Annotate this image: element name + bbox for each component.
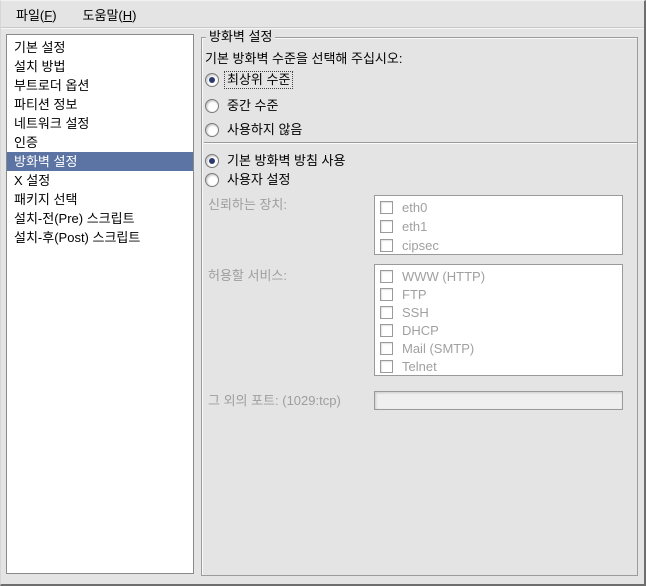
checkbox-unchecked-icon [380,306,393,319]
checkbox-unchecked-icon [380,360,393,373]
section-divider [204,142,637,144]
service-dhcp-label: DHCP [402,323,439,338]
radio-default-policy-label: 기본 방화벽 방침 사용 [225,153,347,169]
radio-customize-policy[interactable]: 사용자 설정 [205,171,292,189]
sidebar-item-package-selection[interactable]: 패키지 선택 [7,190,193,209]
service-dhcp[interactable]: DHCP [375,321,622,339]
radio-disable-firewall-label: 사용하지 않음 [225,122,304,138]
firewall-level-prompt: 기본 방화벽 수준을 선택해 주십시오: [205,50,402,68]
checkbox-unchecked-icon [380,201,393,214]
trusted-device-eth1[interactable]: eth1 [375,217,622,236]
trusted-devices-list: eth0 eth1 cipsec [374,195,623,255]
checkbox-unchecked-icon [380,239,393,252]
checkbox-unchecked-icon [380,220,393,233]
trusted-device-eth0[interactable]: eth0 [375,198,622,217]
sidebar-item-partition-info[interactable]: 파티션 정보 [7,95,193,114]
checkbox-unchecked-icon [380,324,393,337]
radio-medium-level-label: 중간 수준 [225,98,280,114]
firewall-settings-group: 방화벽 설정 기본 방화벽 수준을 선택해 주십시오: 최상위 수준 중간 수준… [201,37,638,576]
sidebar-item-post-script[interactable]: 설치-후(Post) 스크립트 [7,228,193,247]
checkbox-unchecked-icon [380,288,393,301]
trusted-device-eth0-label: eth0 [402,200,427,215]
sidebar-item-network-config[interactable]: 네트워크 설정 [7,114,193,133]
sidebar-item-install-method[interactable]: 설치 방법 [7,57,193,76]
trusted-device-cipsec[interactable]: cipsec [375,236,622,255]
trusted-devices-label: 신뢰하는 장치: [208,196,287,214]
service-ssh[interactable]: SSH [375,303,622,321]
radio-customize-policy-label: 사용자 설정 [225,172,292,188]
radio-unselected-icon [205,99,219,113]
allowed-services-label: 허용할 서비스: [208,267,287,285]
sidebar-item-basic-config[interactable]: 기본 설정 [7,38,193,57]
radio-unselected-icon [205,173,219,187]
service-telnet-label: Telnet [402,359,437,374]
service-mail-smtp-label: Mail (SMTP) [402,341,474,356]
menu-help-mnemonic: H [123,8,132,23]
service-www-http-label: WWW (HTTP) [402,269,485,284]
menu-file-mnemonic: F [44,8,52,23]
service-ftp-label: FTP [402,287,427,302]
sidebar-item-firewall-config[interactable]: 방화벽 설정 [7,152,193,171]
group-title: 방화벽 설정 [206,29,275,45]
sidebar-item-bootloader-options[interactable]: 부트로더 옵션 [7,76,193,95]
other-ports-label: 그 외의 포트: (1029:tcp) [208,392,341,410]
radio-unselected-icon [205,123,219,137]
service-telnet[interactable]: Telnet [375,357,622,375]
kickstart-configurator-window: 파일(F) 도움말(H) 기본 설정 설치 방법 부트로더 옵션 파티션 정보 … [0,0,646,586]
service-www-http[interactable]: WWW (HTTP) [375,267,622,285]
trusted-device-eth1-label: eth1 [402,219,427,234]
sidebar-item-x-config[interactable]: X 설정 [7,171,193,190]
radio-high-level[interactable]: 최상위 수준 [205,71,292,89]
service-ssh-label: SSH [402,305,429,320]
radio-selected-icon [205,73,219,87]
menu-file-label-close: ) [52,8,56,23]
other-ports-input[interactable] [374,391,623,410]
radio-disable-firewall[interactable]: 사용하지 않음 [205,121,304,139]
menu-file[interactable]: 파일(F) [7,2,66,27]
menu-help[interactable]: 도움말(H) [74,2,146,27]
service-mail-smtp[interactable]: Mail (SMTP) [375,339,622,357]
sidebar-item-pre-script[interactable]: 설치-전(Pre) 스크립트 [7,209,193,228]
menu-file-label: 파일( [16,8,44,23]
checkbox-unchecked-icon [380,270,393,283]
sidebar-item-authentication[interactable]: 인증 [7,133,193,152]
service-ftp[interactable]: FTP [375,285,622,303]
menu-help-label-close: ) [132,8,136,23]
radio-selected-icon [205,154,219,168]
trusted-device-cipsec-label: cipsec [402,238,439,253]
radio-medium-level[interactable]: 중간 수준 [205,97,280,115]
radio-default-policy[interactable]: 기본 방화벽 방침 사용 [205,152,347,170]
radio-high-level-label: 최상위 수준 [225,72,292,88]
checkbox-unchecked-icon [380,342,393,355]
menu-help-label: 도움말( [83,8,123,23]
menu-bar: 파일(F) 도움말(H) [1,1,644,28]
section-list: 기본 설정 설치 방법 부트로더 옵션 파티션 정보 네트워크 설정 인증 방화… [6,34,194,574]
allowed-services-list: WWW (HTTP) FTP SSH DHCP Mail (SMTP) Teln… [374,264,623,376]
